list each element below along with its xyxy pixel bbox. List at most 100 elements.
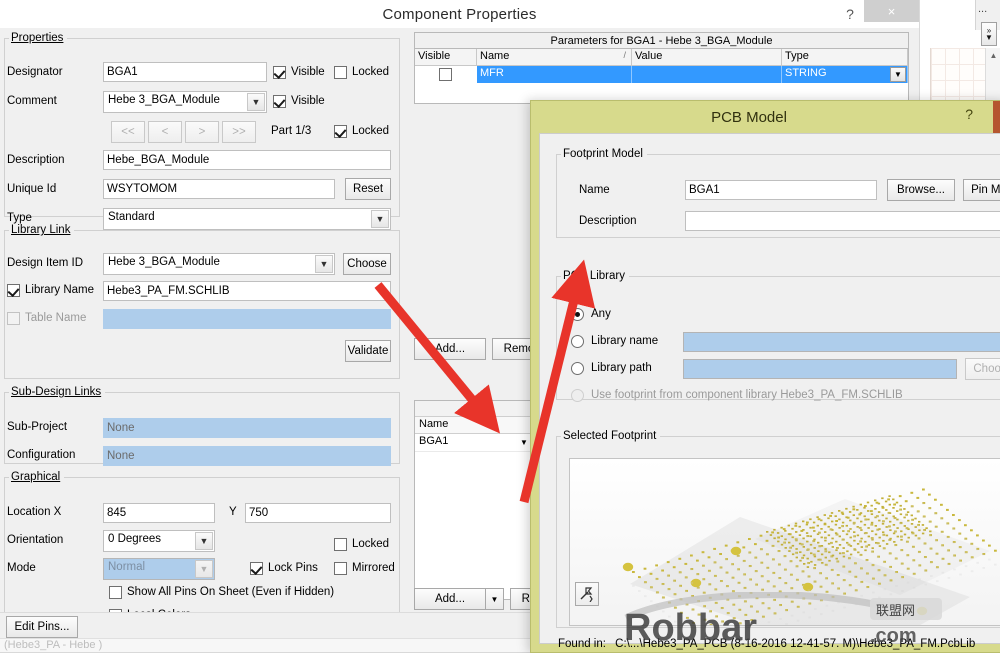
radio-any[interactable] xyxy=(571,308,584,321)
mode-combobox: Normal ▼ xyxy=(103,558,215,580)
orientation-locked-label: Locked xyxy=(352,538,390,550)
table-row[interactable]: MFR STRING ▼ xyxy=(415,66,908,83)
table-name-checkbox xyxy=(7,312,20,325)
part-first-button[interactable]: << xyxy=(111,121,145,143)
browse-button[interactable]: Browse... xyxy=(887,179,955,201)
comment-visible-checkbox[interactable] xyxy=(273,95,286,108)
footprint-name-label: Name xyxy=(579,184,610,196)
location-y-input[interactable]: 750 xyxy=(245,503,391,523)
lock-pins-label: Lock Pins xyxy=(268,562,318,574)
designator-locked-label: Locked xyxy=(352,66,390,78)
close-icon[interactable] xyxy=(993,101,1000,133)
models-list[interactable]: Name BGA1 ▼ xyxy=(414,400,534,600)
footprint-description-input[interactable] xyxy=(685,211,1000,231)
close-icon[interactable]: × xyxy=(864,0,919,22)
row-value-cell[interactable] xyxy=(632,66,782,83)
part-locked-label: Locked xyxy=(352,125,390,137)
properties-group: Properties Designator BGA1 Visible Locke… xyxy=(4,32,400,230)
lock-pins-checkbox[interactable] xyxy=(250,562,263,575)
design-item-id-value: Hebe 3_BGA_Module xyxy=(108,256,220,268)
column-header-type[interactable]: Type xyxy=(782,49,908,65)
pin-map-button[interactable]: Pin Map... xyxy=(963,179,1000,201)
pcb-model-dialog: PCB Model ? Footprint Model Name BGA1 Br… xyxy=(530,100,1000,653)
design-item-id-combobox[interactable]: Hebe 3_BGA_Module ▼ xyxy=(103,253,335,275)
models-list-column-header[interactable]: Name xyxy=(415,417,533,434)
part-last-button[interactable]: >> xyxy=(222,121,256,143)
expand-chevrons-icon[interactable]: » ▼ xyxy=(981,22,997,46)
column-header-name-text: Name xyxy=(480,50,510,62)
page-title: Component Properties xyxy=(382,5,537,23)
unique-id-input[interactable]: WSYTOMOM xyxy=(103,179,335,199)
radio-library-path[interactable] xyxy=(571,362,584,375)
sub-project-input: None xyxy=(103,418,391,438)
orientation-locked-checkbox[interactable] xyxy=(334,538,347,551)
show-all-pins-checkbox[interactable] xyxy=(109,586,122,599)
parameters-add-button[interactable]: Add... xyxy=(414,338,486,360)
column-header-value[interactable]: Value xyxy=(632,49,782,65)
background-menu-overflow-icon[interactable]: ... xyxy=(978,3,987,15)
scroll-up-arrow-icon[interactable]: ▲ xyxy=(986,48,1000,63)
orientation-combobox[interactable]: 0 Degrees ▼ xyxy=(103,530,215,552)
row-name-cell[interactable]: MFR xyxy=(477,66,632,83)
edit-pins-button[interactable]: Edit Pins... xyxy=(6,616,78,638)
row-visible-checkbox[interactable] xyxy=(439,68,452,81)
mirrored-checkbox[interactable] xyxy=(334,562,347,575)
chevron-down-icon[interactable]: ▼ xyxy=(517,436,531,449)
help-icon[interactable]: ? xyxy=(839,3,861,25)
library-name-checkbox[interactable] xyxy=(7,284,20,297)
radio-library-name-label: Library name xyxy=(591,335,659,347)
footprint-preview[interactable] xyxy=(569,458,1000,626)
help-icon[interactable]: ? xyxy=(965,106,973,122)
designator-input[interactable]: BGA1 xyxy=(103,62,267,82)
row-type-text: STRING xyxy=(785,67,827,79)
choose-design-item-button[interactable]: Choose xyxy=(343,253,391,275)
models-add-split-button[interactable]: Add... ▼ xyxy=(414,588,504,610)
column-header-name[interactable]: Name / xyxy=(477,49,632,65)
models-list-item-label: BGA1 xyxy=(419,435,449,447)
parameters-table-header: Visible Name / Value Type xyxy=(415,49,908,66)
chevron-down-icon[interactable]: ▼ xyxy=(486,588,504,610)
chevron-down-icon[interactable]: ▼ xyxy=(195,532,213,550)
description-input[interactable]: Hebe_BGA_Module xyxy=(103,150,391,170)
reset-button[interactable]: Reset xyxy=(345,178,391,200)
row-type-cell[interactable]: STRING ▼ xyxy=(782,66,908,83)
column-header-visible[interactable]: Visible xyxy=(415,49,477,65)
design-item-id-label: Design Item ID xyxy=(7,257,84,269)
library-name-value-input[interactable] xyxy=(683,332,1000,352)
type-label: Type xyxy=(7,212,32,224)
parameters-panel: Parameters for BGA1 - Hebe 3_BGA_Module … xyxy=(414,32,909,104)
show-all-pins-label: Show All Pins On Sheet (Even if Hidden) xyxy=(127,586,335,598)
mode-label: Mode xyxy=(7,562,36,574)
part-prev-button[interactable]: < xyxy=(148,121,182,143)
location-x-input[interactable]: 845 xyxy=(103,503,215,523)
properties-group-legend: Properties xyxy=(11,32,64,44)
library-name-input[interactable]: Hebe3_PA_FM.SCHLIB xyxy=(103,281,391,301)
chevron-down-icon[interactable]: ▼ xyxy=(247,93,265,111)
library-path-value-input[interactable] xyxy=(683,359,957,379)
location-y-label: Y xyxy=(229,506,237,518)
list-item[interactable]: BGA1 ▼ xyxy=(415,434,533,452)
bga-footprint-3d-preview-icon xyxy=(570,459,1000,625)
parameters-panel-title: Parameters for BGA1 - Hebe 3_BGA_Module xyxy=(415,33,908,49)
sub-project-label: Sub-Project xyxy=(7,421,68,433)
radio-library-name[interactable] xyxy=(571,335,584,348)
library-name-label: Library Name xyxy=(25,284,95,296)
chevron-down-icon[interactable]: ▼ xyxy=(315,255,333,273)
orientation-value: 0 Degrees xyxy=(108,533,162,545)
validate-button[interactable]: Validate xyxy=(345,340,391,362)
type-value: Standard xyxy=(108,211,155,223)
part-next-button[interactable]: > xyxy=(185,121,219,143)
radio-use-component-library xyxy=(571,389,584,402)
models-add-button[interactable]: Add... xyxy=(414,588,486,610)
chevron-down-icon[interactable]: ▼ xyxy=(890,67,906,82)
comment-combobox[interactable]: Hebe 3_BGA_Module ▼ xyxy=(103,91,267,113)
designator-locked-checkbox[interactable] xyxy=(334,66,347,79)
zoom-tool-icon[interactable] xyxy=(575,582,599,606)
designator-visible-checkbox[interactable] xyxy=(273,66,286,79)
part-locked-checkbox[interactable] xyxy=(334,125,347,138)
configuration-label: Configuration xyxy=(7,449,76,461)
footprint-name-input[interactable]: BGA1 xyxy=(685,180,877,200)
chevron-down-icon: ▼ xyxy=(195,560,213,578)
radio-any-label: Any xyxy=(591,308,611,320)
pcb-library-legend: PCB Library xyxy=(563,270,625,282)
